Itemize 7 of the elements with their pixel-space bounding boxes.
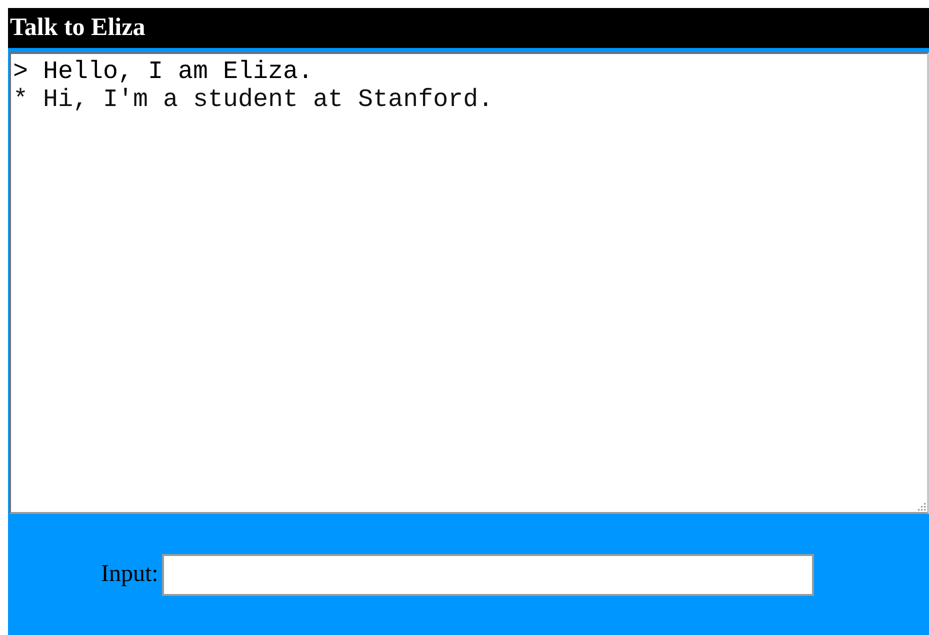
input-label: Input: — [101, 561, 158, 588]
transcript-area[interactable]: > Hello, I am Eliza. * Hi, I'm a student at Stanford. — [9, 52, 929, 514]
eliza-message: > Hello, I am Eliza. — [13, 58, 314, 86]
window-title: Talk to Eliza — [8, 8, 929, 48]
input-field[interactable] — [162, 554, 814, 596]
user-message: * Hi, I'm a student at Stanford. — [13, 86, 494, 114]
resize-grip-icon[interactable] — [916, 501, 926, 511]
